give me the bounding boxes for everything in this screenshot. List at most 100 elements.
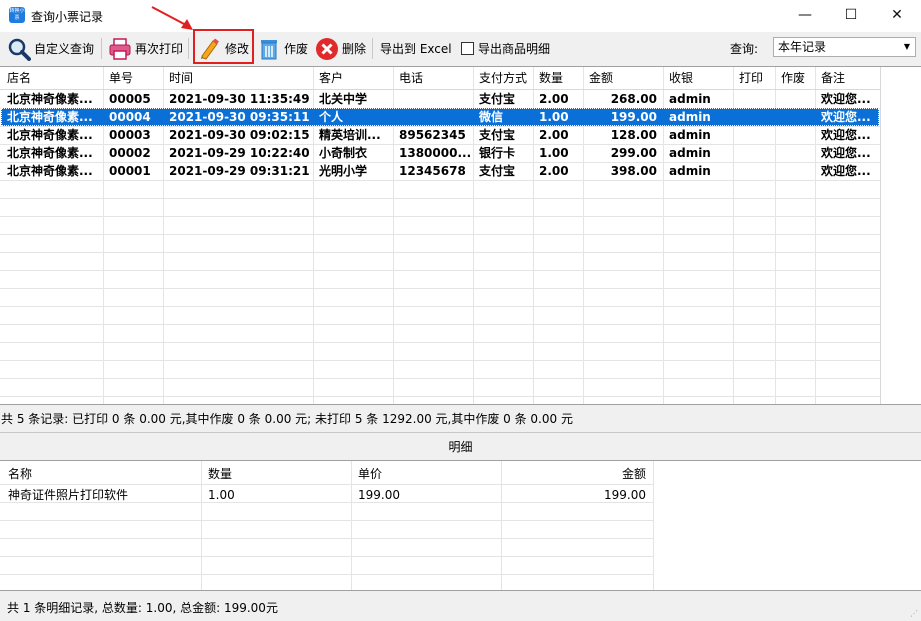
column-header[interactable]: 金额: [583, 69, 663, 87]
export-detail-label: 导出商品明细: [478, 42, 551, 56]
column-header[interactable]: 支付方式: [473, 69, 533, 87]
table-cell: 欢迎您...: [821, 110, 871, 124]
window-title: 查询小票记录: [31, 10, 104, 24]
table-cell: 1.00: [539, 146, 569, 160]
toolbar-separator: [188, 38, 189, 59]
table-cell: 2.00: [539, 128, 569, 142]
checkbox-box[interactable]: [461, 42, 474, 55]
table-cell: [393, 108, 473, 126]
export-detail-checkbox[interactable]: 导出商品明细: [461, 34, 550, 63]
close-button[interactable]: ✕: [874, 0, 920, 32]
table-cell: 2021-09-30 09:35:11: [169, 110, 310, 124]
delete-label: 删除: [342, 42, 367, 56]
column-header[interactable]: 备注: [815, 69, 880, 87]
detail-column-header[interactable]: 名称: [1, 465, 201, 483]
query-label: 查询:: [730, 42, 759, 56]
query-select[interactable]: 本年记录 ▼: [773, 37, 916, 57]
detail-column-header[interactable]: 单价: [351, 465, 501, 483]
table-cell: 欢迎您...: [821, 128, 871, 142]
table-cell: 北京神奇像素...: [7, 164, 93, 178]
detail-column-header[interactable]: 金额: [501, 465, 653, 483]
trash-icon: [261, 39, 277, 59]
detail-table[interactable]: 名称 数量 单价 金额 神奇证件照片打印软件 1.00 199.00 199.00: [0, 460, 921, 591]
table-cell: admin: [669, 164, 711, 178]
export-excel-button[interactable]: 导出到 Excel: [380, 34, 452, 63]
table-cell: 微信: [479, 110, 504, 124]
table-cell: admin: [669, 128, 711, 142]
table-cell: [733, 162, 775, 180]
table-cell: [733, 90, 775, 108]
column-header[interactable]: 时间: [163, 69, 313, 87]
printer-icon: [109, 37, 131, 60]
table-cell: 北京神奇像素...: [7, 110, 93, 124]
void-button[interactable]: 作废: [257, 34, 308, 63]
table-cell: [733, 126, 775, 144]
table-cell: 128.00: [610, 128, 657, 142]
minimize-button[interactable]: —: [782, 0, 828, 32]
table-cell: 支付宝: [479, 128, 516, 142]
detail-cell: 1.00: [208, 488, 235, 502]
table-cell: [733, 108, 775, 126]
reprint-label: 再次打印: [135, 42, 184, 56]
table-cell: 北京神奇像素...: [7, 128, 93, 142]
custom-query-label: 自定义查询: [34, 42, 95, 56]
table-cell: 00004: [109, 110, 151, 124]
table-cell: 00002: [109, 146, 151, 160]
column-header[interactable]: 打印: [733, 69, 775, 87]
annotation-arrow: [151, 6, 193, 30]
table-cell: 光明小学: [319, 164, 368, 178]
table-cell: [775, 108, 815, 126]
detail-section-title: 明细: [0, 432, 921, 461]
table-cell: [775, 144, 815, 162]
custom-query-button[interactable]: 自定义查询: [7, 34, 94, 63]
table-cell: 2.00: [539, 92, 569, 106]
table-cell: 小奇制衣: [319, 146, 368, 160]
table-cell: 00005: [109, 92, 151, 106]
table-cell: 欢迎您...: [821, 146, 871, 160]
column-header[interactable]: 数量: [533, 69, 583, 87]
chevron-down-icon: ▼: [903, 42, 910, 51]
table-cell: 2021-09-29 09:31:21: [169, 164, 310, 178]
delete-button[interactable]: 删除: [315, 34, 366, 63]
toolbar-separator: [372, 38, 373, 59]
table-cell: 2.00: [539, 164, 569, 178]
column-header[interactable]: 单号: [103, 69, 163, 87]
detail-column-header[interactable]: 数量: [201, 465, 351, 483]
void-label: 作废: [284, 42, 309, 56]
table-cell: 欢迎您...: [821, 164, 871, 178]
table-cell: admin: [669, 92, 711, 106]
title-bar: 转换小票 查询小票记录 — ☐ ✕: [0, 0, 921, 32]
toolbar-separator: [101, 38, 102, 59]
app-icon: 转换小票: [9, 7, 25, 23]
table-cell: 268.00: [610, 92, 657, 106]
query-select-value: 本年记录: [778, 40, 827, 54]
column-header[interactable]: 电话: [393, 69, 473, 87]
table-cell: 北关中学: [319, 92, 368, 106]
table-cell: admin: [669, 146, 711, 160]
table-cell: 2021-09-29 10:22:40: [169, 146, 310, 160]
column-header[interactable]: 客户: [313, 69, 393, 87]
summary-text: 共 5 条记录: 已打印 0 条 0.00 元,其中作废 0 条 0.00 元;…: [1, 412, 573, 426]
column-header[interactable]: 收银: [663, 69, 733, 87]
toolbar: 自定义查询 再次打印 修改 作废 删除 导出到 Excel 导出商品明细 查询:…: [0, 32, 921, 65]
table-cell: 1.00: [539, 110, 569, 124]
table-cell: 199.00: [610, 110, 657, 124]
resize-grip-icon[interactable]: ⋰: [910, 609, 918, 618]
records-table[interactable]: 店名 单号 时间 客户 电话 支付方式 数量 金额 收银 打印 作废 备注 北京神奇像素... 0000…: [0, 66, 921, 405]
table-cell: [775, 90, 815, 108]
table-cell: 89562345: [399, 128, 466, 142]
detail-cell: 神奇证件照片打印软件: [8, 488, 129, 502]
table-cell: 支付宝: [479, 164, 516, 178]
table-cell: 精英培训...: [319, 128, 381, 142]
maximize-button[interactable]: ☐: [828, 0, 874, 32]
table-cell: 北京神奇像素...: [7, 146, 93, 160]
table-cell: 支付宝: [479, 92, 516, 106]
export-excel-label: 导出到 Excel: [380, 42, 452, 56]
detail-cell: 199.00: [604, 488, 646, 502]
delete-icon: [316, 37, 338, 60]
column-header[interactable]: 作废: [775, 69, 815, 87]
table-cell: [775, 126, 815, 144]
table-cell: 个人: [319, 110, 344, 124]
column-header[interactable]: 店名: [1, 69, 103, 87]
search-icon: [8, 38, 31, 61]
